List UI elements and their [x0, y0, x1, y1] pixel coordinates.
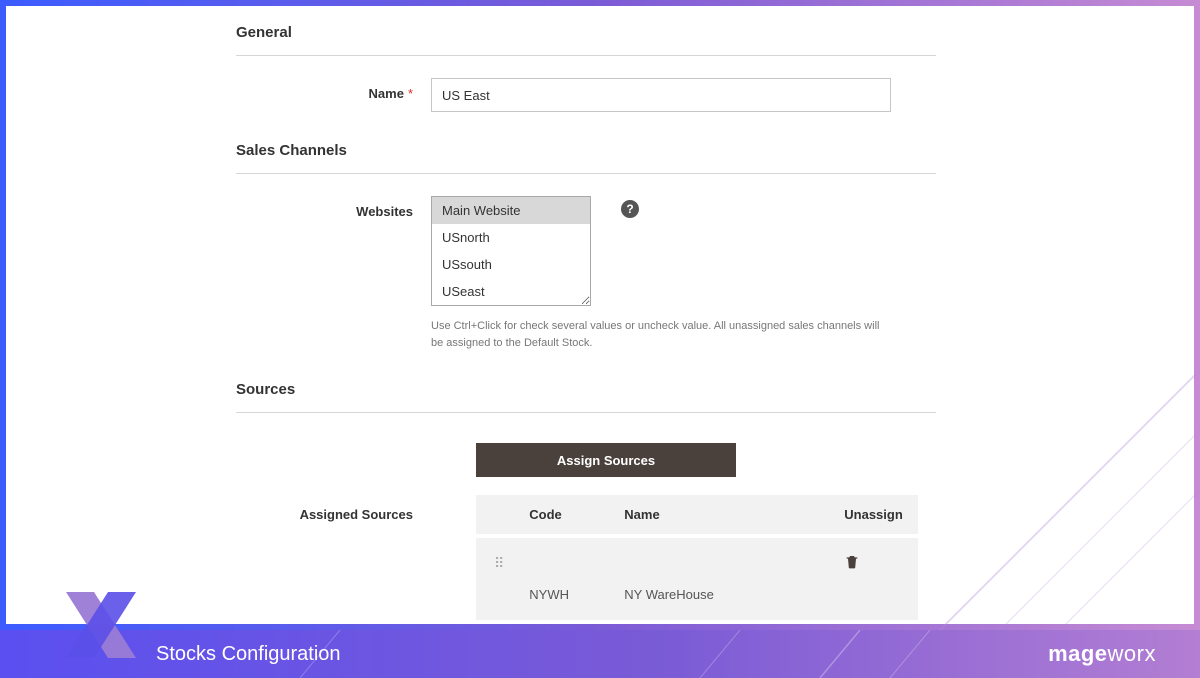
- help-icon[interactable]: ?: [621, 200, 639, 218]
- table-cell-code: NYWH: [511, 577, 606, 622]
- table-row: ⠿: [476, 622, 918, 624]
- name-input[interactable]: [431, 78, 891, 112]
- required-star: *: [408, 86, 413, 101]
- websites-option[interactable]: USnorth: [432, 224, 590, 251]
- websites-option[interactable]: Main Website: [432, 197, 590, 224]
- sales-channels-section-title: Sales Channels: [236, 142, 936, 174]
- table-header-name: Name: [606, 495, 826, 536]
- drag-handle-icon[interactable]: ⠿: [494, 555, 503, 571]
- assigned-sources-label: Assigned Sources: [236, 495, 431, 522]
- footer-title: Stocks Configuration: [156, 643, 341, 666]
- table-header-unassign: Unassign: [826, 495, 918, 536]
- sources-section-title: Sources: [236, 381, 936, 413]
- assigned-sources-table: Code Name Unassign ⠿: [476, 495, 918, 624]
- general-section-title: General: [236, 24, 936, 56]
- websites-label: Websites: [236, 196, 431, 219]
- trash-icon[interactable]: [844, 558, 860, 573]
- table-row: ⠿: [476, 536, 918, 577]
- spacer: [236, 443, 431, 451]
- footer-brand: mageworx: [1048, 641, 1156, 667]
- websites-hint: Use Ctrl+Click for check several values …: [431, 318, 886, 351]
- table-cell-name: NY WareHouse: [606, 577, 826, 622]
- name-label: Name*: [236, 78, 431, 101]
- websites-option[interactable]: USeast: [432, 278, 590, 305]
- footer-bar: Stocks Configuration mageworx: [0, 630, 1200, 678]
- websites-multiselect[interactable]: Main Website USnorth USsouth USeast: [431, 196, 591, 306]
- table-header-code: Code: [511, 495, 606, 536]
- websites-option[interactable]: USsouth: [432, 251, 590, 278]
- assign-sources-button[interactable]: Assign Sources: [476, 443, 736, 477]
